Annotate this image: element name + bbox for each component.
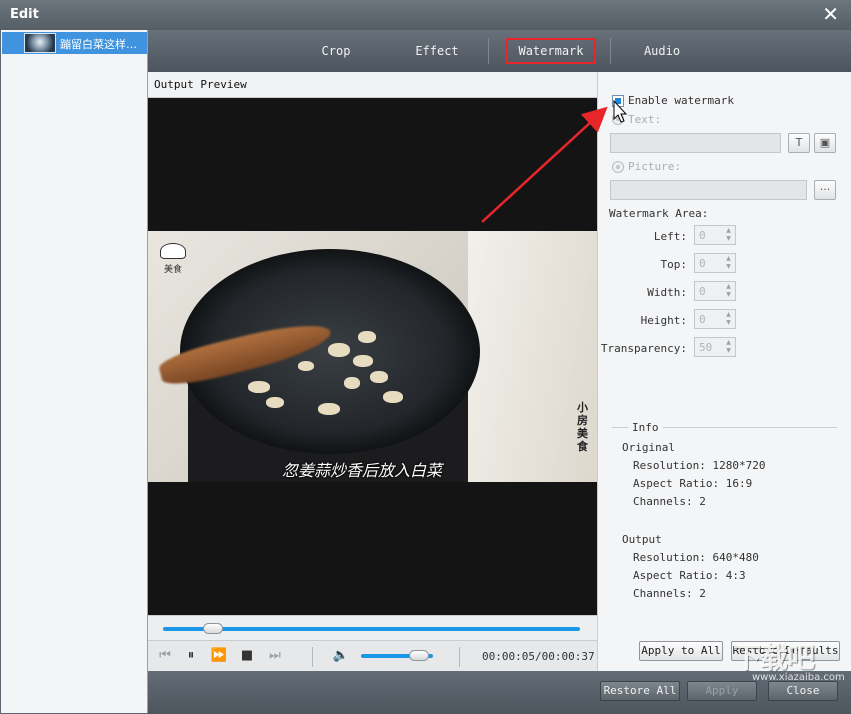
left-value: 0 [699, 229, 706, 242]
tab-watermark[interactable]: Watermark [506, 38, 596, 64]
transparency-value: 50 [699, 341, 713, 354]
text-radio[interactable] [612, 113, 624, 125]
watermark-text-input[interactable] [610, 133, 781, 153]
tab-bar: Crop Effect Watermark Audio [148, 30, 851, 72]
left-label: Left: [653, 230, 687, 243]
output-resolution: Resolution: 640*480 [633, 551, 759, 564]
file-list-panel: 蹦留白菜这样… [1, 30, 148, 713]
tab-effect[interactable]: Effect [404, 38, 470, 64]
spin-arrows-icon[interactable]: ▲ ▼ [724, 255, 733, 271]
food-piece [298, 361, 314, 371]
color-button[interactable]: ▣ [814, 133, 836, 153]
file-thumbnail [24, 33, 56, 53]
enable-watermark-label: Enable watermark [628, 94, 734, 107]
output-aspect: Aspect Ratio: 4:3 [633, 569, 746, 582]
output-preview: 美食 小房美食 忽姜蒜炒香后放入白菜 [148, 98, 597, 615]
original-title: Original [622, 441, 675, 454]
food-piece [353, 355, 373, 367]
video-side-text: 小房美食 [577, 401, 588, 453]
pause-icon[interactable]: ⏸ [182, 647, 200, 665]
skip-back-icon[interactable]: ⏮ [156, 647, 174, 665]
width-label: Width: [647, 286, 687, 299]
tab-divider [610, 38, 611, 64]
close-button[interactable]: Close [768, 681, 838, 701]
height-spinbox[interactable]: 0 ▲ ▼ [694, 309, 736, 329]
apply-button[interactable]: Apply [687, 681, 757, 701]
control-divider [459, 647, 460, 667]
tab-crop[interactable]: Crop [303, 38, 369, 64]
video-logo: 美食 [160, 243, 186, 275]
volume-handle[interactable] [408, 650, 429, 661]
height-value: 0 [699, 313, 706, 326]
preview-header: Output Preview [148, 72, 597, 98]
top-spinbox[interactable]: 0 ▲ ▼ [694, 253, 736, 273]
file-name: 蹦留白菜这样… [60, 38, 137, 51]
spin-arrows-icon[interactable]: ▲ ▼ [724, 311, 733, 327]
original-channels: Channels: 2 [633, 495, 706, 508]
food-piece [370, 371, 388, 383]
browse-button[interactable]: ··· [814, 180, 836, 200]
transparency-spinbox[interactable]: 50 ▲ ▼ [694, 337, 736, 357]
chef-hat-icon [160, 243, 186, 259]
top-value: 0 [699, 257, 706, 270]
seek-track[interactable] [163, 627, 580, 631]
timecode: 00:00:05/00:00:37 [482, 650, 595, 663]
enable-watermark-checkbox[interactable] [612, 95, 624, 107]
food-piece [328, 343, 350, 357]
food-piece [344, 377, 360, 389]
font-button[interactable]: T [788, 133, 810, 153]
playback-controls: ⏮ ⏸ ⏩ ■ ⏭ 🔈 00:00:05/00:00:37 [148, 640, 597, 671]
tab-divider [488, 38, 489, 64]
file-list-item[interactable]: 蹦留白菜这样… [2, 32, 147, 54]
output-title: Output [622, 533, 662, 546]
info-heading: Info [628, 421, 663, 434]
fast-forward-icon[interactable]: ⏩ [210, 647, 228, 665]
food-piece [248, 381, 270, 393]
output-channels: Channels: 2 [633, 587, 706, 600]
apply-to-all-button[interactable]: Apply to All [639, 641, 723, 661]
watermark-picture-input[interactable] [610, 180, 807, 200]
site-watermark-url: www.xiazaiba.com [752, 672, 845, 683]
control-divider [312, 647, 313, 667]
skip-forward-icon[interactable]: ⏭ [266, 647, 284, 665]
original-resolution: Resolution: 1280*720 [633, 459, 766, 472]
food-piece [358, 331, 376, 343]
preview-title: Output Preview [154, 78, 247, 91]
volume-icon[interactable]: 🔈 [332, 647, 350, 665]
food-piece [266, 397, 284, 408]
spin-arrows-icon[interactable]: ▲ ▼ [724, 283, 733, 299]
seek-handle[interactable] [203, 623, 224, 634]
left-spinbox[interactable]: 0 ▲ ▼ [694, 225, 736, 245]
stop-icon[interactable]: ■ [238, 647, 256, 665]
close-icon[interactable]: ✕ [822, 4, 839, 24]
transparency-label: Transparency: [600, 342, 687, 355]
watermark-area-label: Watermark Area: [609, 207, 709, 220]
video-subtitle: 忽姜蒜炒香后放入白菜 [282, 461, 443, 480]
spin-arrows-icon[interactable]: ▲ ▼ [724, 227, 733, 243]
title-bar: Edit ✕ [0, 0, 851, 30]
width-value: 0 [699, 285, 706, 298]
video-logo-text: 美食 [163, 265, 182, 275]
text-option-label: Text: [628, 113, 662, 126]
food-piece [318, 403, 340, 415]
top-label: Top: [660, 258, 688, 271]
width-spinbox[interactable]: 0 ▲ ▼ [694, 281, 736, 301]
spin-arrows-icon[interactable]: ▲ ▼ [724, 339, 733, 355]
site-watermark-logo: 下载吧 [733, 641, 815, 674]
video-frame: 美食 小房美食 忽姜蒜炒香后放入白菜 [148, 231, 597, 482]
picture-radio[interactable] [612, 161, 624, 173]
seek-bar[interactable] [148, 615, 597, 640]
bottom-bar: Restore All Apply Close [148, 671, 851, 714]
food-piece [383, 391, 403, 403]
window-title: Edit [10, 7, 39, 22]
height-label: Height: [640, 314, 687, 327]
watermark-settings-panel: Enable watermark Text: T ▣ Picture: ··· … [597, 72, 851, 671]
picture-option-label: Picture: [628, 160, 681, 173]
original-aspect: Aspect Ratio: 16:9 [633, 477, 753, 490]
tab-audio[interactable]: Audio [629, 38, 695, 64]
restore-all-button[interactable]: Restore All [600, 681, 680, 701]
